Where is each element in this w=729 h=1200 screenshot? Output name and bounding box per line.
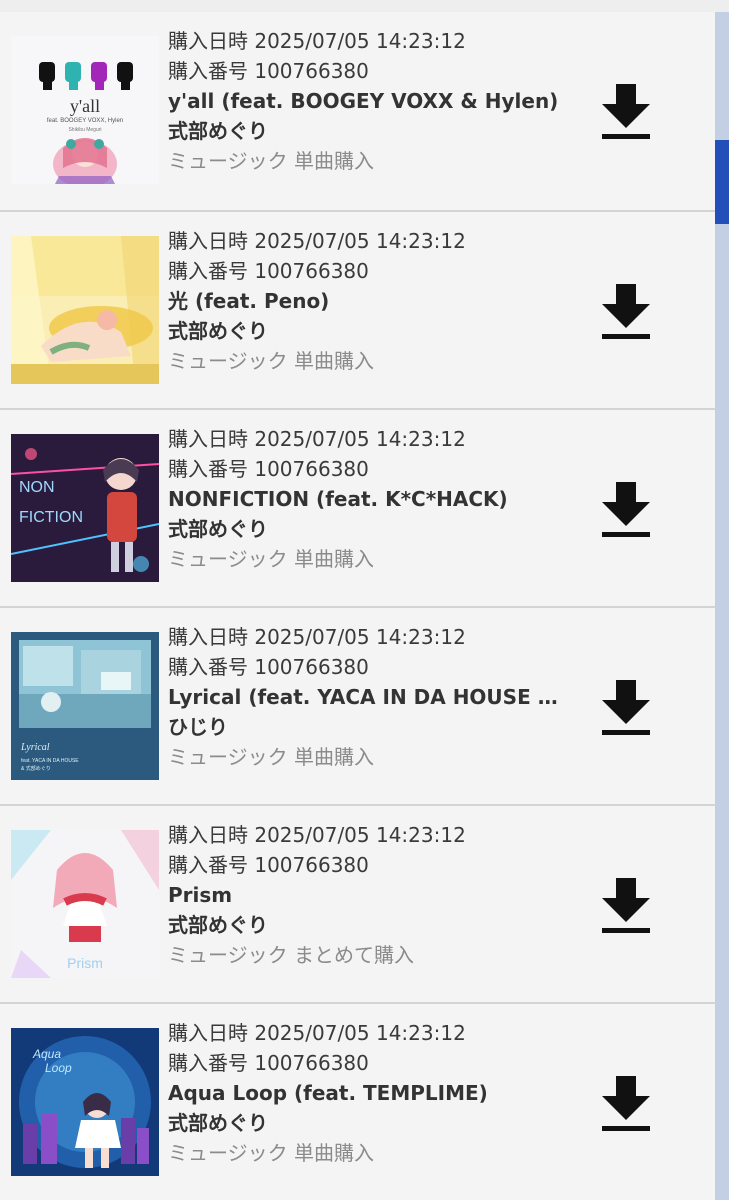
album-art[interactable]: Lyrical feat. YACA IN DA HOUSE & 式部めぐり	[11, 632, 159, 780]
track-title[interactable]: Lyrical (feat. YACA IN DA HOUSE & 式…	[168, 682, 568, 712]
album-art-aqua-loop: Aqua Loop	[11, 1028, 159, 1176]
item-meta: 購入日時 2025/07/05 14:23:12 購入番号 100766380 …	[168, 820, 568, 970]
purchase-date: 購入日時 2025/07/05 14:23:12	[168, 229, 466, 253]
purchase-date: 購入日時 2025/07/05 14:23:12	[168, 29, 466, 53]
track-title[interactable]: NONFICTION (feat. K*C*HACK)	[168, 484, 568, 514]
purchase-number: 購入番号 100766380	[168, 1051, 369, 1075]
artist-name[interactable]: 式部めぐり	[168, 514, 568, 544]
download-button[interactable]	[598, 82, 654, 142]
cover-line1: NON	[19, 479, 55, 496]
purchase-date: 購入日時 2025/07/05 14:23:12	[168, 823, 466, 847]
artist-name[interactable]: 式部めぐり	[168, 316, 568, 346]
cover-line2: FICTION	[19, 509, 83, 526]
track-title[interactable]: y'all (feat. BOOGEY VOXX & Hylen)	[168, 86, 568, 116]
album-art-lyrical: Lyrical feat. YACA IN DA HOUSE & 式部めぐり	[11, 632, 159, 780]
item-meta: 購入日時 2025/07/05 14:23:12 購入番号 100766380 …	[168, 622, 568, 772]
download-icon	[602, 878, 650, 933]
cover-line1: Aqua	[32, 1047, 61, 1061]
cover-subtitle: feat. BOOGEY VOXX, Hylen	[47, 118, 123, 124]
purchase-type: ミュージック まとめて購入	[168, 943, 414, 967]
purchase-type: ミュージック 単曲購入	[168, 1141, 374, 1165]
purchase-list[interactable]: y'all feat. BOOGEY VOXX, Hylen Shikibu M…	[0, 12, 715, 1200]
album-art[interactable]: y'all feat. BOOGEY VOXX, Hylen Shikibu M…	[11, 36, 159, 184]
artist-name[interactable]: ひじり	[168, 712, 568, 742]
item-meta: 購入日時 2025/07/05 14:23:12 購入番号 100766380 …	[168, 424, 568, 574]
purchase-type: ミュージック 単曲購入	[168, 745, 374, 769]
purchase-number: 購入番号 100766380	[168, 259, 369, 283]
download-button[interactable]	[598, 1074, 654, 1134]
album-art-yall: y'all feat. BOOGEY VOXX, Hylen Shikibu M…	[11, 36, 159, 184]
download-button[interactable]	[598, 282, 654, 342]
purchase-number: 購入番号 100766380	[168, 59, 369, 83]
cover-credit: Shikibu Meguri	[68, 127, 101, 133]
artist-name[interactable]: 式部めぐり	[168, 116, 568, 146]
top-edge	[0, 0, 729, 12]
cover-line3: & 式部めぐり	[21, 765, 51, 772]
cover-title: y'all	[70, 96, 100, 116]
album-art[interactable]	[11, 236, 159, 384]
album-art[interactable]: Aqua Loop	[11, 1028, 159, 1176]
item-meta: 購入日時 2025/07/05 14:23:12 購入番号 100766380 …	[168, 226, 568, 376]
download-button[interactable]	[598, 678, 654, 738]
track-title[interactable]: Prism	[168, 880, 568, 910]
album-art-hikari	[11, 236, 159, 384]
download-icon	[602, 1076, 650, 1131]
purchase-history-screen: y'all feat. BOOGEY VOXX, Hylen Shikibu M…	[0, 0, 729, 1200]
purchase-item[interactable]: Lyrical feat. YACA IN DA HOUSE & 式部めぐり 購…	[0, 608, 715, 806]
item-meta: 購入日時 2025/07/05 14:23:12 購入番号 100766380 …	[168, 1018, 568, 1168]
purchase-item[interactable]: Prism 購入日時 2025/07/05 14:23:12 購入番号 1007…	[0, 806, 715, 1004]
purchase-item[interactable]: 購入日時 2025/07/05 14:23:12 購入番号 100766380 …	[0, 212, 715, 410]
purchase-type: ミュージック 単曲購入	[168, 149, 374, 173]
artist-name[interactable]: 式部めぐり	[168, 1108, 568, 1138]
scrollbar-thumb[interactable]	[715, 140, 729, 224]
album-art-nonfiction: NON FICTION	[11, 434, 159, 582]
purchase-item[interactable]: NON FICTION 購入日時 2025/07/05 14:23:12 購入番…	[0, 410, 715, 608]
download-icon	[602, 680, 650, 735]
cover-line2: Loop	[45, 1061, 72, 1075]
download-button[interactable]	[598, 480, 654, 540]
cover-title: Prism	[67, 955, 103, 971]
download-icon	[602, 84, 650, 139]
album-art-prism: Prism	[11, 830, 159, 978]
item-meta: 購入日時 2025/07/05 14:23:12 購入番号 100766380 …	[168, 26, 568, 176]
cover-line2: feat. YACA IN DA HOUSE	[21, 758, 79, 764]
purchase-type: ミュージック 単曲購入	[168, 349, 374, 373]
download-button[interactable]	[598, 876, 654, 936]
purchase-number: 購入番号 100766380	[168, 853, 369, 877]
artist-name[interactable]: 式部めぐり	[168, 910, 568, 940]
download-icon	[602, 482, 650, 537]
purchase-number: 購入番号 100766380	[168, 457, 369, 481]
cover-line1: Lyrical	[20, 742, 50, 753]
purchase-date: 購入日時 2025/07/05 14:23:12	[168, 1021, 466, 1045]
track-title[interactable]: Aqua Loop (feat. TEMPLIME)	[168, 1078, 568, 1108]
purchase-date: 購入日時 2025/07/05 14:23:12	[168, 427, 466, 451]
album-art[interactable]: NON FICTION	[11, 434, 159, 582]
album-art[interactable]: Prism	[11, 830, 159, 978]
download-icon	[602, 284, 650, 339]
purchase-item[interactable]: Aqua Loop 購入日時 2025/07/05 14:23:12 購入番号 …	[0, 1004, 715, 1200]
purchase-date: 購入日時 2025/07/05 14:23:12	[168, 625, 466, 649]
purchase-type: ミュージック 単曲購入	[168, 547, 374, 571]
track-title[interactable]: 光 (feat. Peno)	[168, 286, 568, 316]
purchase-number: 購入番号 100766380	[168, 655, 369, 679]
purchase-item[interactable]: y'all feat. BOOGEY VOXX, Hylen Shikibu M…	[0, 12, 715, 212]
